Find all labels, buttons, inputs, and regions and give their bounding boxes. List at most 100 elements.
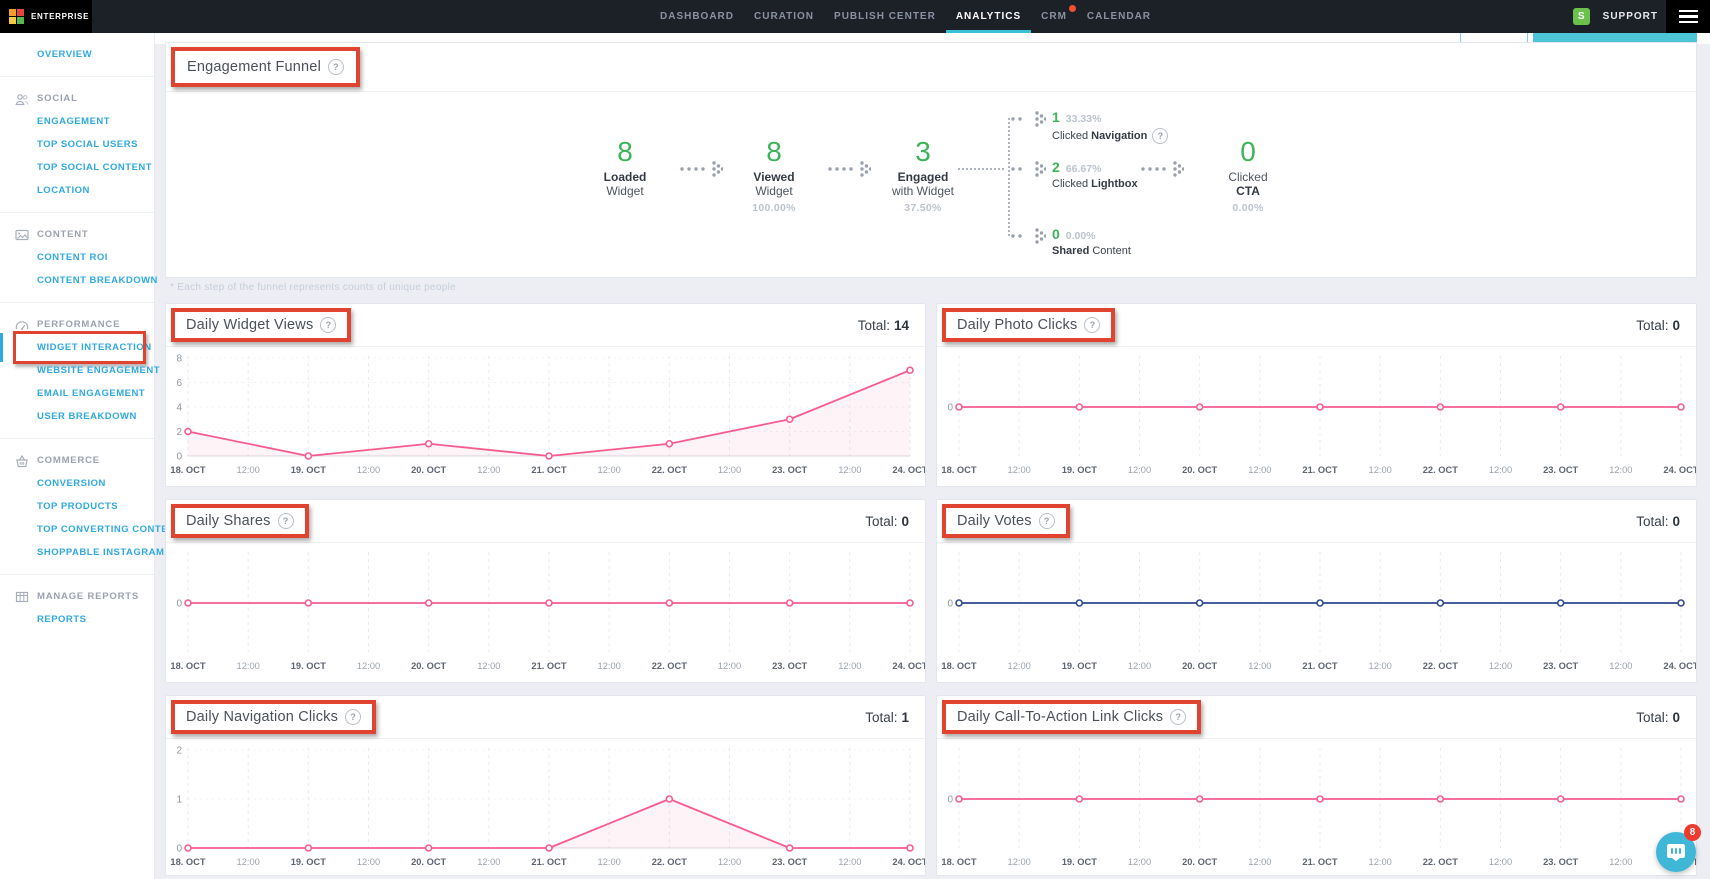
sidebar-item-label: WEBSITE ENGAGEMENT bbox=[37, 365, 160, 376]
data-point-marker bbox=[1317, 600, 1323, 606]
x-tick-day-label: 22. OCT bbox=[1423, 661, 1458, 671]
x-tick-day-label: 18. OCT bbox=[170, 661, 205, 671]
x-tick-day-label: 23. OCT bbox=[772, 857, 807, 867]
sidebar-item-widget-interaction[interactable]: WIDGET INTERACTION bbox=[0, 336, 154, 359]
brand-name: ENTERPRISE bbox=[31, 12, 89, 21]
annotation-box-chart-title: Daily Navigation Clicks? bbox=[171, 700, 376, 734]
help-icon[interactable]: ? bbox=[345, 709, 361, 725]
data-point-marker bbox=[666, 441, 672, 447]
panel-title: Engagement Funnel bbox=[187, 59, 321, 75]
chart-title-row: Daily Photo Clicks? bbox=[957, 317, 1100, 333]
help-icon[interactable]: ? bbox=[320, 317, 336, 333]
sidebar-item-location[interactable]: LOCATION bbox=[0, 179, 154, 202]
funnel-title-row: Engagement Funnel ? bbox=[187, 59, 344, 75]
data-point-marker bbox=[907, 845, 913, 851]
chart-canvas-daily-shares: 018. OCT12:0019. OCT12:0020. OCT12:0021.… bbox=[166, 542, 925, 675]
sidebar-item-user-breakdown[interactable]: USER BREAKDOWN bbox=[0, 405, 154, 428]
x-tick-hour-label: 12:00 bbox=[718, 661, 741, 671]
x-tick-hour-label: 12:00 bbox=[1248, 661, 1271, 671]
chart-canvas-daily-votes: 018. OCT12:0019. OCT12:0020. OCT12:0021.… bbox=[937, 542, 1696, 675]
funnel-panel-header: Engagement Funnel ? bbox=[166, 43, 1696, 92]
nav-item-publish-center[interactable]: PUBLISH CENTER bbox=[834, 0, 936, 33]
funnel-footnote: * Each step of the funnel represents cou… bbox=[170, 282, 456, 293]
data-point-marker bbox=[305, 453, 311, 459]
x-tick-day-label: 22. OCT bbox=[652, 661, 687, 671]
sidebar: OVERVIEWSOCIALENGAGEMENTTOP SOCIAL USERS… bbox=[0, 33, 155, 879]
hamburger-menu-icon[interactable] bbox=[1666, 0, 1710, 33]
nav-item-analytics[interactable]: ANALYTICS bbox=[956, 0, 1021, 33]
chart-panel-header: Daily Widget Views?Total:14 bbox=[166, 304, 925, 347]
x-tick-hour-label: 12:00 bbox=[718, 857, 741, 867]
funnel-branch-arrow-icon bbox=[1010, 224, 1046, 248]
x-tick-day-label: 19. OCT bbox=[1062, 661, 1097, 671]
y-tick-label: 4 bbox=[176, 403, 182, 414]
nav-item-dashboard[interactable]: DASHBOARD bbox=[660, 0, 734, 33]
funnel-arrow-icon bbox=[1140, 157, 1184, 181]
chart-panel-daily-photo-clicks: Daily Photo Clicks?Total:0018. OCT12:001… bbox=[936, 303, 1697, 487]
sidebar-section-manage-reports: MANAGE REPORTS REPORTS bbox=[0, 574, 154, 641]
x-axis-labels: 18. OCT12:0019. OCT12:0020. OCT12:0021. … bbox=[170, 661, 925, 671]
x-tick-day-label: 20. OCT bbox=[1182, 857, 1217, 867]
sidebar-item-shoppable-instagram[interactable]: SHOPPABLE INSTAGRAM bbox=[0, 541, 154, 564]
brand-block[interactable]: ENTERPRISE bbox=[0, 0, 92, 33]
sidebar-item-top-social-users[interactable]: TOP SOCIAL USERS bbox=[0, 133, 154, 156]
support-link[interactable]: SUPPORT bbox=[1603, 11, 1658, 22]
x-tick-day-label: 21. OCT bbox=[531, 857, 566, 867]
chart-panel-daily-navigation-clicks: Daily Navigation Clicks?Total:121018. OC… bbox=[165, 695, 926, 876]
sidebar-item-content-breakdown[interactable]: CONTENT BREAKDOWN bbox=[0, 269, 154, 292]
x-tick-day-label: 19. OCT bbox=[1062, 857, 1097, 867]
sidebar-item-top-products[interactable]: TOP PRODUCTS bbox=[0, 495, 154, 518]
data-point-marker bbox=[1197, 796, 1203, 802]
help-icon[interactable]: ? bbox=[1039, 513, 1055, 529]
help-icon[interactable]: ? bbox=[278, 513, 294, 529]
x-tick-day-label: 20. OCT bbox=[411, 661, 446, 671]
x-tick-hour-label: 12:00 bbox=[598, 857, 621, 867]
x-tick-day-label: 21. OCT bbox=[531, 465, 566, 475]
sidebar-item-top-social-content[interactable]: TOP SOCIAL CONTENT bbox=[0, 156, 154, 179]
y-tick-label: 6 bbox=[176, 378, 182, 389]
funnel-branch-label-text: Clicked Navigation bbox=[1052, 130, 1147, 142]
sidebar-item-engagement[interactable]: ENGAGEMENT bbox=[0, 110, 154, 133]
funnel-branch-line bbox=[958, 168, 1004, 170]
sidebar-item-overview[interactable]: OVERVIEW bbox=[0, 43, 154, 66]
sidebar-item-top-converting-content[interactable]: TOP CONVERTING CONTENT bbox=[0, 518, 154, 541]
sidebar-header-content: CONTENT bbox=[0, 223, 154, 246]
help-icon[interactable]: ? bbox=[328, 59, 344, 75]
data-point-marker bbox=[305, 600, 311, 606]
avatar[interactable]: S bbox=[1573, 8, 1590, 25]
sidebar-header-manage-reports: MANAGE REPORTS bbox=[0, 585, 154, 608]
nav-item-crm[interactable]: CRM bbox=[1041, 0, 1067, 33]
data-point-marker bbox=[426, 845, 432, 851]
data-point-marker bbox=[1076, 600, 1082, 606]
data-point-marker bbox=[787, 845, 793, 851]
chart-panel-header: Daily Votes?Total:0 bbox=[937, 500, 1696, 543]
x-tick-day-label: 23. OCT bbox=[1543, 465, 1578, 475]
nav-item-curation[interactable]: CURATION bbox=[754, 0, 814, 33]
funnel-branch-label: Clicked Lightbox bbox=[1052, 178, 1138, 190]
x-tick-day-label: 19. OCT bbox=[1062, 465, 1097, 475]
sidebar-item-label: ENGAGEMENT bbox=[37, 116, 110, 127]
sidebar-item-conversion[interactable]: CONVERSION bbox=[0, 472, 154, 495]
help-icon[interactable]: ? bbox=[1084, 317, 1100, 333]
sidebar-section: OVERVIEW bbox=[0, 33, 154, 76]
sidebar-item-email-engagement[interactable]: EMAIL ENGAGEMENT bbox=[0, 382, 154, 405]
x-tick-day-label: 21. OCT bbox=[1302, 661, 1337, 671]
y-tick-label: 8 bbox=[176, 354, 182, 365]
nav-item-calendar[interactable]: CALENDAR bbox=[1087, 0, 1151, 33]
chart-title: Daily Navigation Clicks bbox=[186, 709, 338, 725]
sidebar-item-website-engagement[interactable]: WEBSITE ENGAGEMENT bbox=[0, 359, 154, 382]
basket-icon bbox=[15, 454, 29, 468]
sidebar-item-reports[interactable]: REPORTS bbox=[0, 608, 154, 631]
sidebar-item-label: REPORTS bbox=[37, 614, 86, 625]
chart-total: Total:14 bbox=[858, 318, 909, 333]
sidebar-item-content-roi[interactable]: CONTENT ROI bbox=[0, 246, 154, 269]
chart-panel-header: Daily Call-To-Action Link Clicks?Total:0 bbox=[937, 696, 1696, 739]
annotation-box-chart-title: Daily Shares? bbox=[171, 504, 309, 538]
help-icon[interactable]: ? bbox=[1152, 128, 1168, 144]
funnel-step-value: 3 bbox=[858, 137, 988, 167]
chart-panel-daily-widget-views: Daily Widget Views?Total:148642018. OCT1… bbox=[165, 303, 926, 487]
help-icon[interactable]: ? bbox=[1170, 709, 1186, 725]
x-tick-day-label: 18. OCT bbox=[941, 857, 976, 867]
funnel-branch-percent: 33.33% bbox=[1066, 113, 1102, 125]
x-tick-hour-label: 12:00 bbox=[1128, 465, 1151, 475]
